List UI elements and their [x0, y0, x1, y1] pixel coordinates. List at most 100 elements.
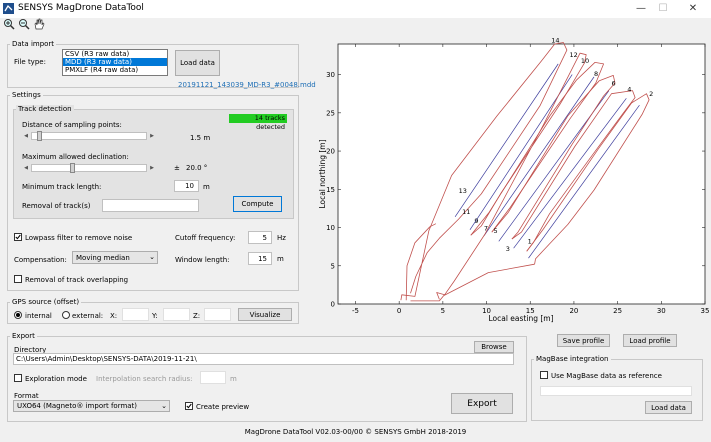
slider-right-arrow-icon[interactable]: ▶ [148, 164, 156, 172]
x-tick-label: 30 [657, 307, 666, 315]
sampling-distance-slider[interactable]: ◀ ▶ [22, 131, 156, 141]
checkmark-icon [15, 234, 21, 240]
zoom-in-icon[interactable] [3, 18, 15, 30]
magbase-label: MagBase integration [534, 355, 611, 363]
export-button[interactable]: Export [451, 393, 513, 414]
slider-thumb[interactable] [36, 131, 42, 141]
lowpass-label: Lowpass filter to remove noise [25, 234, 133, 242]
track-detection-label: Track detection [16, 105, 74, 113]
toolbar [0, 18, 711, 32]
y-tick-label: 20 [326, 148, 335, 156]
chevron-down-icon: ⌄ [161, 402, 167, 410]
sampling-distance-value: 1.5 m [190, 134, 211, 142]
browse-button[interactable]: Browse [474, 341, 514, 353]
y-tick-label: 15 [326, 186, 335, 194]
track-number-label: 10 [581, 57, 589, 65]
x-offset-input[interactable] [122, 308, 149, 321]
minimize-button[interactable]: — [630, 2, 652, 16]
interpolation-radius-unit: m [230, 375, 237, 383]
load-profile-button[interactable]: Load profile [623, 334, 677, 347]
sampling-distance-label: Distance of sampling points: [22, 121, 122, 129]
magbase-load-data-button[interactable]: Load data [645, 401, 692, 414]
slider-right-arrow-icon[interactable]: ▶ [148, 132, 156, 140]
lowpass-checkbox[interactable] [14, 233, 22, 241]
pan-hand-icon[interactable] [33, 18, 45, 30]
min-track-length-label: Minimum track length: [22, 183, 102, 191]
exploration-mode-checkbox[interactable] [14, 374, 22, 382]
window-length-input[interactable]: 15 [248, 252, 272, 265]
removal-overlap-checkbox[interactable] [14, 275, 22, 283]
gps-source-label: GPS source (offset) [10, 298, 82, 306]
y-tick-label: 5 [331, 262, 335, 270]
z-offset-input[interactable] [204, 308, 231, 321]
x-tick-label: 25 [613, 307, 622, 315]
removal-tracks-input[interactable] [102, 199, 199, 212]
close-button[interactable]: ✕ [682, 2, 704, 16]
y-offset-input[interactable] [163, 308, 190, 321]
internal-radio[interactable] [14, 311, 22, 319]
track-number-label: 11 [462, 208, 470, 216]
track-number-label: 7 [484, 225, 488, 233]
declination-plusminus: ± [174, 164, 180, 172]
directory-input[interactable]: C:\Users\Admin\Desktop\SENSYS-DATA\2019-… [13, 353, 514, 365]
interpolation-radius-input[interactable] [200, 371, 226, 384]
x-tick-label: 35 [701, 307, 710, 315]
slider-track [31, 164, 147, 172]
slider-left-arrow-icon[interactable]: ◀ [22, 132, 30, 140]
compensation-dropdown[interactable]: Moving median ⌄ [72, 251, 158, 264]
use-magbase-checkbox[interactable] [540, 371, 548, 379]
x-tick-label: 20 [569, 307, 578, 315]
magbase-path-input[interactable] [540, 386, 692, 396]
settings-label: Settings [10, 91, 43, 99]
file-name-label: 20191121_143039_MD-R3_#0048.mdd [178, 81, 316, 89]
compute-button[interactable]: Compute [233, 196, 282, 212]
x-tick-label: 5 [441, 307, 445, 315]
file-type-label: File type: [14, 58, 46, 66]
file-type-listbox[interactable]: CSV (R3 raw data) MDD (R3 raw data) PMXL… [62, 49, 168, 76]
load-data-button[interactable]: Load data [175, 50, 220, 76]
y-tick-label: 30 [326, 71, 335, 79]
track-number-label: 2 [649, 90, 653, 98]
track-number-label: 5 [494, 227, 498, 235]
min-track-length-input[interactable]: 10 [174, 180, 199, 192]
external-radio[interactable] [62, 311, 70, 319]
compensation-value: Moving median [76, 253, 130, 262]
removal-overlap-label: Removal of track overlapping [25, 276, 129, 284]
file-type-option[interactable]: PMXLF (R4 raw data) [63, 66, 167, 74]
track-number-label: 3 [506, 245, 510, 253]
save-profile-button[interactable]: Save profile [557, 334, 610, 347]
visualize-button[interactable]: Visualize [238, 308, 292, 321]
window-title: SENSYS MagDrone DataTool [18, 3, 144, 13]
app-logo-icon [3, 3, 14, 14]
declination-slider[interactable]: ◀ ▶ [22, 163, 156, 173]
exploration-mode-label: Exploration mode [25, 375, 87, 383]
cutoff-frequency-unit: Hz [277, 234, 286, 242]
zoom-out-icon[interactable] [18, 18, 30, 30]
file-type-option[interactable]: CSV (R3 raw data) [63, 50, 167, 58]
format-value: UXO64 (Magneto® import format) [17, 402, 138, 410]
format-dropdown[interactable]: UXO64 (Magneto® import format) ⌄ [13, 400, 170, 412]
slider-left-arrow-icon[interactable]: ◀ [22, 164, 30, 172]
interpolation-radius-label: Interpolation search radius: [96, 375, 193, 383]
y-tick-label: 25 [326, 109, 335, 117]
track-number-label: 8 [594, 70, 598, 78]
use-magbase-label: Use MagBase data as reference [551, 372, 662, 380]
window-length-unit: m [277, 255, 284, 263]
z-offset-label: Z: [193, 312, 201, 320]
create-preview-label: Create preview [196, 403, 250, 411]
internal-radio-label: internal [25, 312, 52, 320]
create-preview-checkbox[interactable] [185, 402, 193, 410]
cutoff-frequency-label: Cutoff frequency: [175, 234, 236, 242]
maximize-button[interactable]: ☐ [652, 2, 674, 16]
declination-label: Maximum allowed declination: [22, 153, 129, 161]
slider-thumb[interactable] [69, 163, 75, 173]
checkmark-icon [186, 403, 192, 409]
cutoff-frequency-input[interactable]: 5 [248, 231, 272, 244]
track-plot[interactable]: -5 0 5 10 15 20 25 30 35051015202530 12345678910… [300, 38, 711, 330]
x-axis-label: Local easting [m] [488, 314, 553, 323]
file-type-option-selected[interactable]: MDD (R3 raw data) [63, 58, 167, 66]
plot-area [337, 43, 706, 305]
track-number-label: 9 [474, 217, 478, 225]
window-length-label: Window length: [175, 256, 230, 264]
track-number-label: 13 [459, 187, 467, 195]
